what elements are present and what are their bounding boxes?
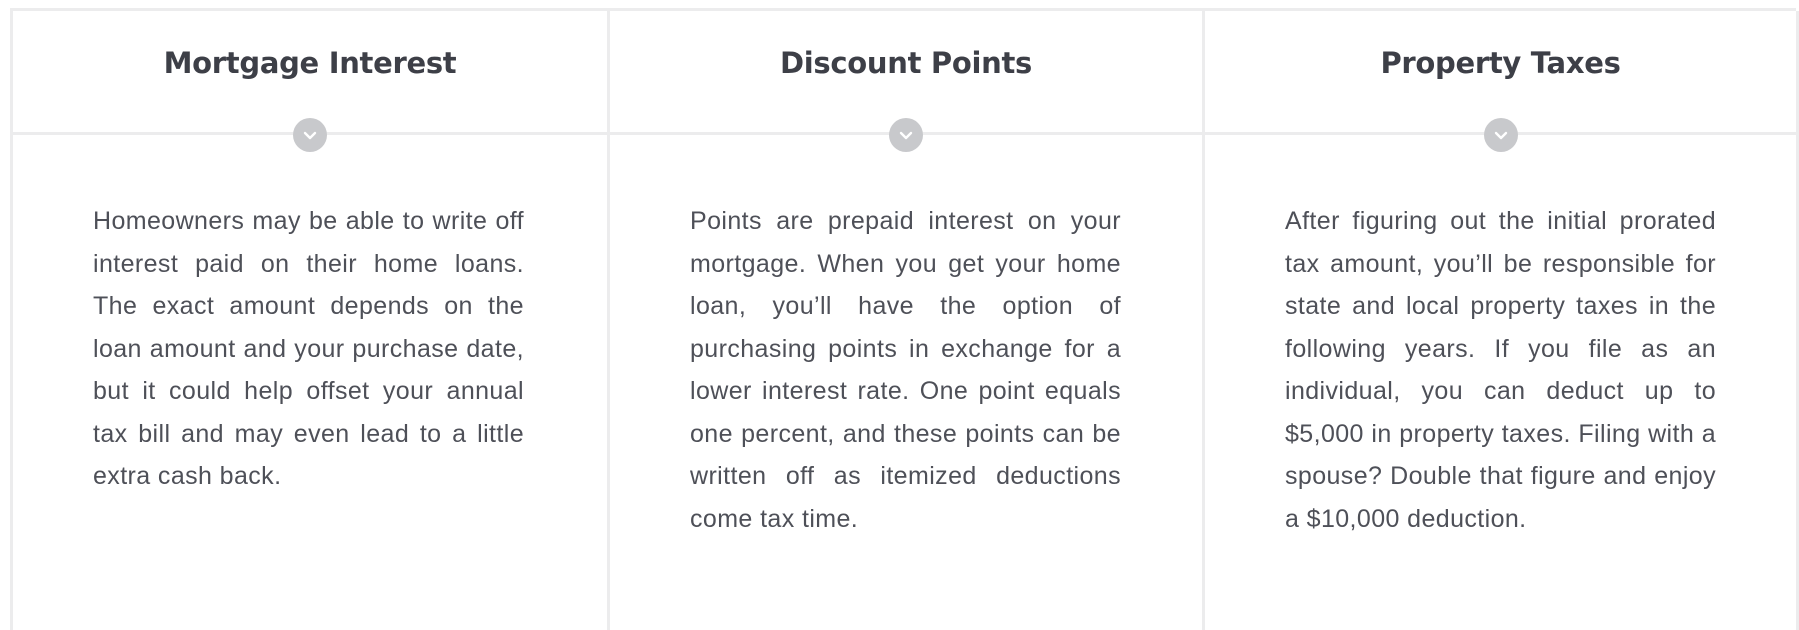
feature-grid: Mortgage Interest Homeowners may be able… [10,8,1799,630]
feature-card-header: Discount Points [610,11,1202,152]
expand-toggle-button[interactable] [889,118,923,152]
expand-toggle-button[interactable] [293,118,327,152]
feature-description: Homeowners may be able to write off inte… [93,207,524,490]
feature-title: Mortgage Interest [163,46,457,80]
expand-toggle-button[interactable] [1483,118,1518,152]
feature-card-mortgage-interest: Mortgage Interest Homeowners may be able… [13,11,610,630]
chevron-down-icon [303,131,317,139]
feature-title: Property Taxes [1380,46,1621,80]
feature-card-property-taxes: Property Taxes After figuring out the in… [1205,11,1799,630]
feature-card-discount-points: Discount Points Points are prepaid inter… [610,11,1205,630]
feature-card-header: Mortgage Interest [13,11,607,152]
feature-description: Points are prepaid interest on your mort… [690,207,1121,533]
feature-card-header: Property Taxes [1205,11,1796,152]
feature-description: After figuring out the initial prorated … [1285,207,1716,533]
chevron-down-icon [899,131,913,139]
chevron-down-icon [1494,131,1507,139]
feature-title: Discount Points [779,46,1033,80]
